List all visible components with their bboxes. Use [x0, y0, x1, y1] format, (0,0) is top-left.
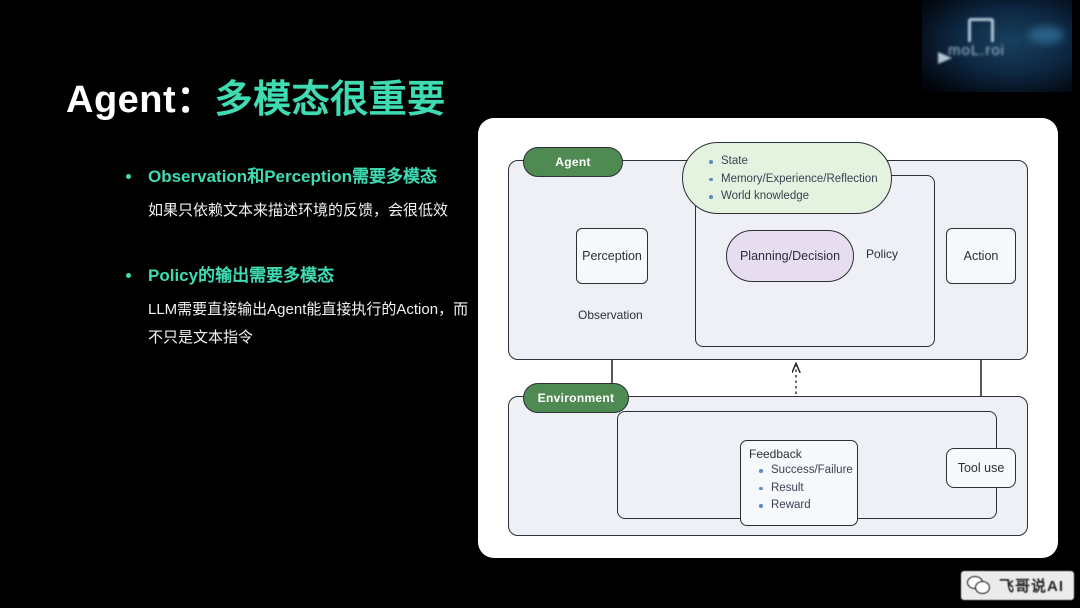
- logo-blob-icon: [1028, 26, 1064, 44]
- wechat-account-name: 飞哥说AI: [998, 578, 1064, 595]
- page-title: Agent：多模态很重要: [66, 68, 446, 123]
- tool-use-node: Tool use: [946, 448, 1016, 488]
- planning-decision-node: Planning/Decision: [726, 230, 854, 282]
- feedback-item: Result: [759, 480, 857, 498]
- wechat-watermark: 飞哥说AI: [960, 571, 1074, 600]
- title-accent: 多模态很重要: [214, 79, 446, 121]
- slide-root: moL.roi Agent：多模态很重要 Observation和Percept…: [0, 0, 1080, 608]
- bullet-heading-2: Policy的输出需要多模态: [120, 259, 470, 292]
- feedback-title: Feedback: [749, 447, 802, 461]
- feedback-item: Success/Failure: [759, 462, 857, 480]
- perception-node: Perception: [576, 228, 648, 284]
- bullet-body-1: 如果只依赖文本来描述环境的反馈，会很低效: [148, 202, 449, 219]
- state-box: State Memory/Experience/Reflection World…: [682, 142, 892, 214]
- feedback-box: Feedback Success/Failure Result Reward: [740, 440, 858, 526]
- title-plain: Agent：: [66, 79, 215, 121]
- feedback-item: Reward: [759, 497, 857, 515]
- agent-architecture-diagram: 飞哥说AI 飞哥说AI 飞哥说AI 飞哥说AI 飞哥说AI 飞哥说AI 飞哥说A…: [478, 118, 1058, 558]
- action-node: Action: [946, 228, 1016, 284]
- agent-section-label: Agent: [523, 147, 623, 177]
- bullet-item-2: Policy的输出需要多模态 LLM需要直接输出Agent能直接执行的Actio…: [120, 259, 470, 352]
- wechat-icon: [966, 575, 993, 596]
- environment-section-label: Environment: [523, 383, 629, 413]
- bullet-body-2: LLM需要直接输出Agent能直接执行的Action，而不只是文本指令: [148, 301, 469, 346]
- bullet-list: Observation和Perception需要多模态 如果只依赖文本来描述环境…: [120, 160, 470, 386]
- logo-bracket-icon: [968, 18, 994, 42]
- policy-edge-label: Policy: [866, 247, 899, 261]
- brand-name: moL.roi: [948, 42, 1006, 59]
- diagram-card: 飞哥说AI 飞哥说AI 飞哥说AI 飞哥说AI 飞哥说AI 飞哥说AI 飞哥说A…: [478, 118, 1058, 558]
- bullet-heading-1: Observation和Perception需要多模态: [120, 160, 470, 193]
- state-item: State: [709, 153, 891, 171]
- observation-edge-label: Observation: [578, 308, 643, 322]
- brand-logo: moL.roi: [922, 0, 1072, 92]
- state-item: World knowledge: [709, 188, 891, 206]
- bullet-item-1: Observation和Perception需要多模态 如果只依赖文本来描述环境…: [120, 160, 470, 225]
- wechat-bubble-front-icon: [974, 580, 990, 594]
- state-item: Memory/Experience/Reflection: [709, 171, 891, 189]
